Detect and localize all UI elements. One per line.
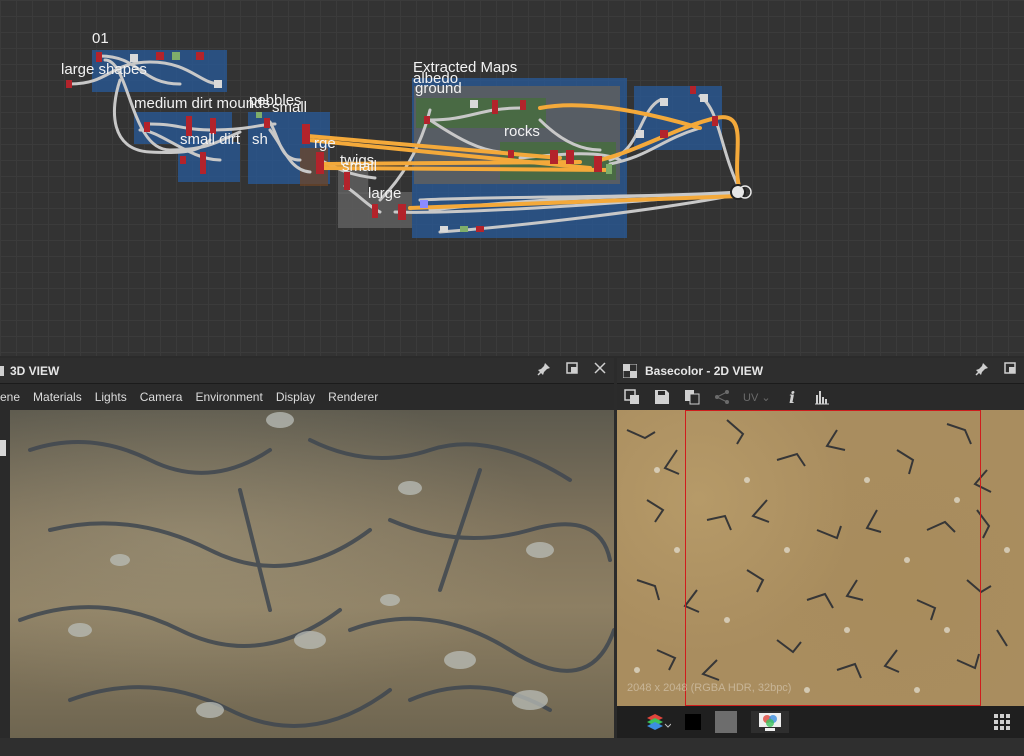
panel-3d-grip-icon [0, 365, 4, 376]
panel-3d-view[interactable]: 3D VIEW ene Materials Lights Camera Envi… [0, 358, 614, 738]
share-icon[interactable] [713, 389, 730, 406]
pin-icon[interactable] [536, 362, 552, 378]
checker-icon [622, 363, 638, 378]
frame-title-sh: sh [252, 131, 268, 148]
node-wires [66, 52, 752, 234]
frame-title-twigs-small: small [342, 158, 378, 175]
pin-icon[interactable] [974, 362, 990, 378]
terrain-render [18, 412, 614, 728]
frame-title-large-shapes: large shapes [61, 61, 147, 78]
menu-environment[interactable]: Environment [195, 390, 262, 404]
copy-icon[interactable] [683, 389, 700, 406]
frame-title-rge: rge [314, 135, 336, 152]
panel-3d-menubar: ene Materials Lights Camera Environment … [0, 384, 614, 410]
panel-2d-toolbar: UV ⌄ i [617, 384, 1024, 410]
menu-renderer[interactable]: Renderer [328, 390, 378, 404]
uv-dropdown-label: UV [743, 391, 759, 404]
panel-3d-title: 3D VIEW [10, 363, 60, 378]
menu-scene[interactable]: ene [0, 390, 20, 404]
frame-title-pebbles-small: small [272, 99, 308, 116]
maximize-icon[interactable] [564, 362, 580, 378]
maximize-icon[interactable] [1002, 362, 1018, 378]
frame-title-01: 01 [92, 30, 109, 47]
grid-icon[interactable] [994, 714, 1010, 730]
viewport-3d[interactable] [10, 410, 614, 738]
layers-icon[interactable] [645, 712, 672, 732]
side-tab-handle[interactable] [0, 440, 6, 456]
histogram-icon[interactable] [814, 389, 831, 406]
panel-3d-header: 3D VIEW [0, 358, 614, 384]
resolution-label: 2048 x 2048 (RGBA HDR, 32bpc) [627, 682, 792, 694]
viewport-2d[interactable]: 2048 x 2048 (RGBA HDR, 32bpc) [617, 410, 1024, 706]
menu-materials[interactable]: Materials [33, 390, 82, 404]
uv-dropdown[interactable]: UV ⌄ [743, 391, 771, 404]
panel-2d-header: Basecolor - 2D VIEW [617, 358, 1024, 384]
close-icon[interactable] [592, 362, 608, 378]
panel-2d-bottombar [617, 706, 1024, 738]
panel-2d-title: Basecolor - 2D VIEW [645, 363, 764, 378]
info-icon[interactable]: i [784, 389, 801, 406]
frame-title-large: large [368, 185, 402, 202]
save-icon[interactable] [653, 389, 670, 406]
frame-title-small-dirt: small dirt [180, 131, 241, 148]
panel-2d-view[interactable]: Basecolor - 2D VIEW UV ⌄ i 2048 x 2048 (… [617, 358, 1024, 738]
menu-lights[interactable]: Lights [95, 390, 127, 404]
frame-title-ground: ground [415, 80, 462, 97]
black-swatch[interactable] [685, 714, 701, 730]
tile-boundary [685, 410, 981, 706]
node-graph[interactable]: 01 large shapes medium dirt mounds pebbl… [0, 0, 1024, 356]
status-bar [0, 738, 1024, 756]
export-icon[interactable] [623, 388, 640, 406]
menu-display[interactable]: Display [276, 390, 315, 404]
color-channels-icon[interactable] [751, 711, 789, 733]
grey-swatch[interactable] [715, 711, 737, 733]
frame-title-rocks: rocks [504, 123, 540, 140]
menu-camera[interactable]: Camera [140, 390, 183, 404]
viewport-side-strip [0, 410, 10, 738]
